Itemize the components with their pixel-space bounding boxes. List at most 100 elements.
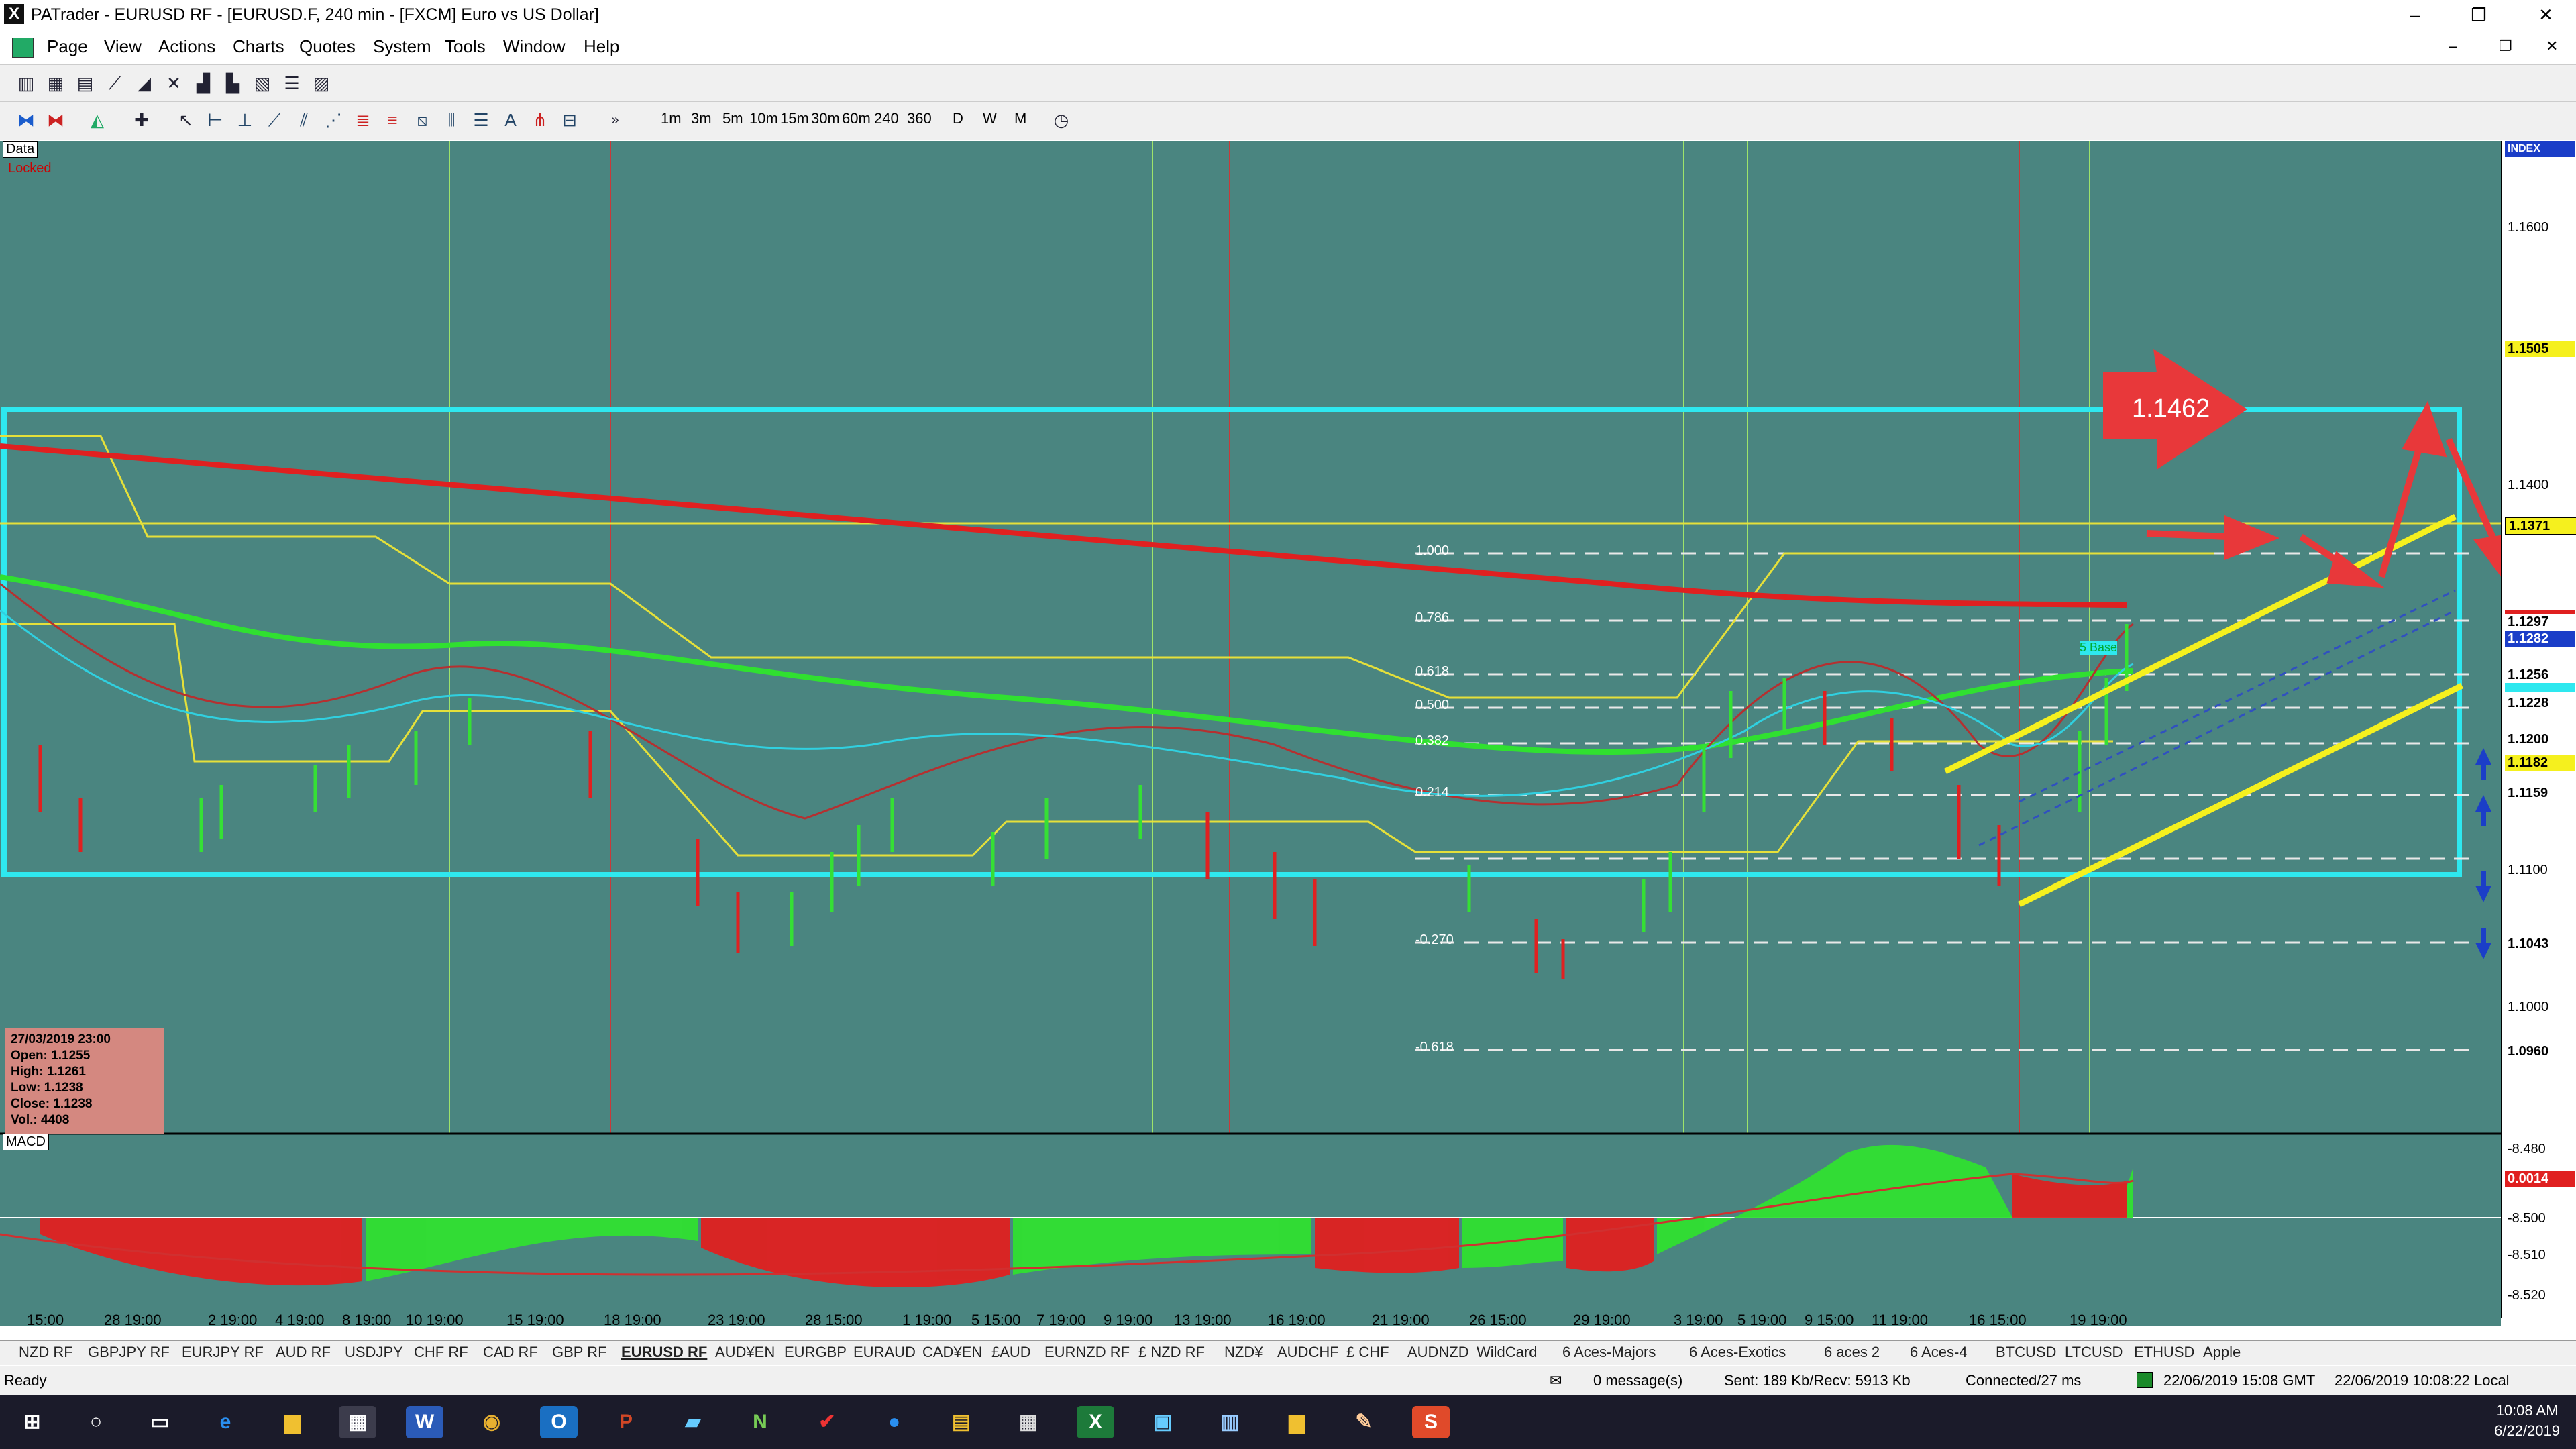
powerpoint-icon[interactable]: P bbox=[607, 1406, 645, 1438]
trend-line-icon[interactable]: ⟋ bbox=[263, 109, 286, 131]
menu-page[interactable]: Page bbox=[47, 36, 88, 57]
fib-retracement-icon[interactable]: ≣ bbox=[352, 109, 374, 131]
excel-icon[interactable]: X bbox=[1077, 1406, 1114, 1438]
minimize-button[interactable]: – bbox=[2388, 0, 2442, 30]
timeframe-1m[interactable]: 1m bbox=[661, 110, 682, 127]
symbol-tab[interactable]: EURUSD RF bbox=[621, 1344, 707, 1361]
timeframe-weekly[interactable]: W bbox=[983, 110, 997, 127]
symbol-tab[interactable]: GBPJPY RF bbox=[88, 1344, 170, 1361]
timeframe-monthly[interactable]: M bbox=[1014, 110, 1026, 127]
menu-window[interactable]: Window bbox=[503, 36, 565, 57]
symbol-tab[interactable]: EURAUD bbox=[853, 1344, 916, 1361]
menu-system[interactable]: System bbox=[373, 36, 431, 57]
symbol-tab[interactable]: WildCard bbox=[1477, 1344, 1537, 1361]
symbol-tab[interactable]: USDJPY bbox=[345, 1344, 403, 1361]
channel-icon[interactable]: ⫽ bbox=[292, 109, 315, 131]
clock-icon[interactable]: ◷ bbox=[1050, 109, 1073, 131]
symbol-tab[interactable]: Apple bbox=[2203, 1344, 2241, 1361]
fib-fan-icon[interactable]: ⋰ bbox=[322, 109, 345, 131]
timeframe-30m[interactable]: 30m bbox=[811, 110, 840, 127]
line-chart-icon[interactable]: ⟋ bbox=[103, 72, 126, 95]
remote-desktop-icon[interactable]: ▣ bbox=[1144, 1406, 1181, 1438]
symbol-tab[interactable]: CAD RF bbox=[483, 1344, 538, 1361]
timeframe-5m[interactable]: 5m bbox=[722, 110, 743, 127]
status-messages[interactable]: 0 message(s) bbox=[1593, 1372, 1682, 1389]
area-chart-icon[interactable]: ◢ bbox=[133, 72, 156, 95]
vertical-line-icon[interactable]: ⊥ bbox=[233, 109, 256, 131]
pen-icon[interactable]: ✎ bbox=[1345, 1406, 1383, 1438]
price-chart[interactable]: 1.000 0.786 0.618 0.500 0.382 0.214 -0.2… bbox=[0, 141, 2576, 1318]
text-tool-icon[interactable]: A bbox=[499, 109, 522, 131]
file-manager-icon[interactable]: ▤ bbox=[943, 1406, 980, 1438]
pitchfork-icon[interactable]: ⋔ bbox=[529, 109, 551, 131]
volume-chart-icon[interactable]: ▨ bbox=[310, 72, 333, 95]
symbol-tab[interactable]: 6 aces 2 bbox=[1824, 1344, 1880, 1361]
symbol-tab[interactable]: CAD¥EN bbox=[922, 1344, 982, 1361]
symbol-tab[interactable]: £ CHF bbox=[1346, 1344, 1389, 1361]
symbol-tab[interactable]: ETHUSD bbox=[2134, 1344, 2194, 1361]
crosshair-icon[interactable]: ✚ bbox=[130, 109, 153, 131]
windows-start-icon[interactable]: ⊞ bbox=[13, 1406, 51, 1438]
symbol-tab[interactable]: AUD RF bbox=[276, 1344, 331, 1361]
menu-actions[interactable]: Actions bbox=[158, 36, 215, 57]
search-icon[interactable]: ○ bbox=[77, 1406, 115, 1438]
mail-icon[interactable]: ✉ bbox=[1550, 1372, 1562, 1389]
mdi-restore-button[interactable]: ❐ bbox=[2499, 38, 2512, 55]
mdi-close-button[interactable]: ✕ bbox=[2546, 38, 2558, 55]
ninjatrader-icon[interactable]: N bbox=[741, 1406, 779, 1438]
symbol-tab[interactable]: EURJPY RF bbox=[182, 1344, 264, 1361]
symbol-tab[interactable]: EURNZD RF bbox=[1044, 1344, 1130, 1361]
bar-chart-icon[interactable]: ▥ bbox=[15, 72, 38, 95]
more-tools-icon[interactable]: » bbox=[604, 109, 627, 131]
indicator-icon[interactable]: ◭ bbox=[86, 109, 109, 131]
symbol-tab[interactable]: £AUD bbox=[991, 1344, 1031, 1361]
trading-app-icon[interactable]: ✔ bbox=[808, 1406, 846, 1438]
file-explorer-icon[interactable]: ▆ bbox=[274, 1406, 311, 1438]
gann-icon[interactable]: ⧅ bbox=[411, 109, 433, 131]
outlook-icon[interactable]: O bbox=[540, 1406, 578, 1438]
kagi-chart-icon[interactable]: ▟ bbox=[192, 72, 215, 95]
menu-charts[interactable]: Charts bbox=[233, 36, 284, 57]
symbol-tab[interactable]: NZD¥ bbox=[1224, 1344, 1263, 1361]
timeframe-15m[interactable]: 15m bbox=[780, 110, 809, 127]
timeframe-240[interactable]: 240 bbox=[874, 110, 899, 127]
symbol-tab[interactable]: EURGBP bbox=[784, 1344, 847, 1361]
fib-extension-icon[interactable]: ≡ bbox=[381, 109, 404, 131]
indicator-list-icon[interactable]: ☰ bbox=[280, 72, 303, 95]
regression-icon[interactable]: ⊟ bbox=[558, 109, 581, 131]
symbol-tab[interactable]: £ NZD RF bbox=[1138, 1344, 1205, 1361]
task-view-icon[interactable]: ▭ bbox=[141, 1406, 178, 1438]
word-icon[interactable]: W bbox=[406, 1406, 443, 1438]
taskbar-clock[interactable]: 10:08 AM 6/22/2019 bbox=[2494, 1401, 2560, 1441]
speed-lines-icon[interactable]: ☰ bbox=[470, 109, 492, 131]
point-figure-icon[interactable]: ✕ bbox=[162, 72, 185, 95]
maximize-button[interactable]: ❐ bbox=[2452, 0, 2506, 30]
menu-tools[interactable]: Tools bbox=[445, 36, 486, 57]
ohlc-chart-icon[interactable]: ▦ bbox=[44, 72, 67, 95]
chrome-icon[interactable]: ◉ bbox=[473, 1406, 511, 1438]
symbol-tab[interactable]: 6 Aces-4 bbox=[1910, 1344, 1968, 1361]
renko-chart-icon[interactable]: ▙ bbox=[221, 72, 244, 95]
zoom-icon[interactable]: ● bbox=[875, 1406, 913, 1438]
symbol-tab[interactable]: 6 Aces-Exotics bbox=[1689, 1344, 1786, 1361]
mdi-minimize-button[interactable]: – bbox=[2449, 38, 2457, 55]
patrader-app-icon[interactable]: ▦ bbox=[339, 1406, 376, 1438]
folder-icon[interactable]: ▆ bbox=[1278, 1406, 1316, 1438]
symbol-tab[interactable]: CHF RF bbox=[414, 1344, 468, 1361]
candle-chart-icon[interactable]: ▤ bbox=[74, 72, 97, 95]
snagit-icon[interactable]: S bbox=[1412, 1406, 1450, 1438]
screenshot-icon[interactable]: ▥ bbox=[1211, 1406, 1248, 1438]
timeframe-360[interactable]: 360 bbox=[907, 110, 932, 127]
notes-icon[interactable]: ▰ bbox=[674, 1406, 712, 1438]
link-red-icon[interactable]: ⧓ bbox=[44, 109, 67, 131]
timeframe-10m[interactable]: 10m bbox=[749, 110, 778, 127]
symbol-tab[interactable]: AUDNZD bbox=[1407, 1344, 1469, 1361]
cursor-icon[interactable]: ↖ bbox=[174, 109, 197, 131]
symbol-tab[interactable]: GBP RF bbox=[552, 1344, 607, 1361]
timeframe-daily[interactable]: D bbox=[953, 110, 963, 127]
menu-view[interactable]: View bbox=[104, 36, 142, 57]
cycle-lines-icon[interactable]: ⦀ bbox=[440, 109, 463, 131]
menu-help[interactable]: Help bbox=[584, 36, 619, 57]
horizontal-line-icon[interactable]: ⊢ bbox=[204, 109, 227, 131]
menu-quotes[interactable]: Quotes bbox=[299, 36, 356, 57]
